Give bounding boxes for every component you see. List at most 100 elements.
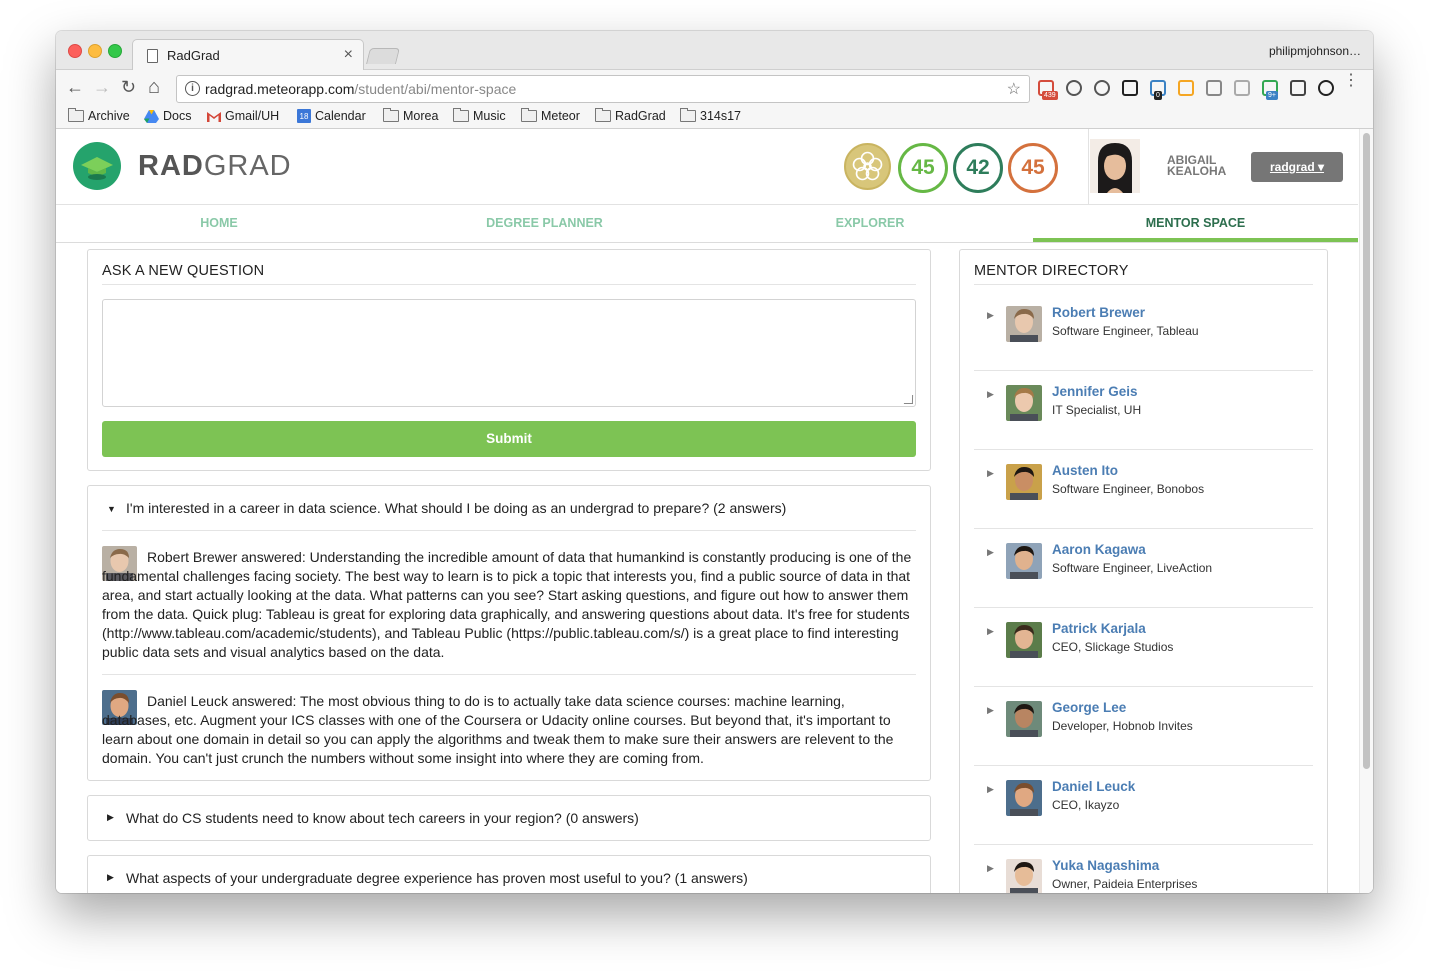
- caret-right-icon[interactable]: ▶: [987, 784, 994, 795]
- camera-extension-icon[interactable]: [1206, 80, 1222, 96]
- mentor-name[interactable]: Daniel Leuck: [1052, 779, 1135, 794]
- bookmark-gmail[interactable]: Gmail/UH: [207, 109, 279, 123]
- close-tab-icon[interactable]: ×: [344, 46, 353, 64]
- info-icon[interactable]: i: [185, 81, 200, 96]
- color-wheel-extension-icon[interactable]: [1318, 80, 1334, 96]
- bookmark-label: Gmail/UH: [225, 109, 280, 123]
- question-textarea[interactable]: [102, 299, 916, 407]
- mentor-photo: [1006, 859, 1042, 893]
- radgrad-logo-icon[interactable]: [73, 142, 121, 190]
- bookmark-archive[interactable]: Archive: [68, 108, 130, 123]
- scrollbar-thumb[interactable]: [1363, 133, 1370, 769]
- reload-icon[interactable]: ↻: [121, 78, 136, 96]
- caret-right-icon[interactable]: ▶: [987, 626, 994, 637]
- mentor-item[interactable]: ▶ Jennifer Geis IT Specialist, UH: [974, 371, 1313, 450]
- mentor-item[interactable]: ▶ Patrick Karjala CEO, Slickage Studios: [974, 608, 1313, 687]
- innovation-score-badge[interactable]: 45: [898, 143, 948, 193]
- caret-right-icon[interactable]: ▶: [987, 547, 994, 558]
- question-title[interactable]: What aspects of your undergraduate degre…: [126, 870, 748, 886]
- user-extension-icon[interactable]: 9+: [1262, 80, 1278, 100]
- browser-tab[interactable]: RadGrad ×: [132, 39, 364, 71]
- mentor-name[interactable]: Yuka Nagashima: [1052, 858, 1159, 873]
- main-menu: HOME DEGREE PLANNER EXPLORER MENTOR SPAC…: [56, 205, 1358, 243]
- address-bar[interactable]: i radgrad.meteorapp.com/student/abi/ment…: [176, 75, 1030, 103]
- bookmark-label: 314s17: [700, 109, 742, 123]
- rocket-extension-icon[interactable]: 0: [1150, 80, 1166, 100]
- competency-score-badge[interactable]: 42: [953, 143, 1003, 193]
- caret-right-icon[interactable]: ▶: [107, 812, 114, 823]
- mentor-name[interactable]: Austen Ito: [1052, 463, 1118, 478]
- chart-extension-icon[interactable]: [1178, 80, 1194, 96]
- calendar-icon: 18: [297, 109, 311, 123]
- caret-right-icon[interactable]: ▶: [987, 705, 994, 716]
- browser-window: RadGrad × philipmjohnson… ← → ↻ ⌂ i radg…: [56, 31, 1373, 893]
- jb-extension-icon[interactable]: [1122, 80, 1138, 96]
- drive-icon: [144, 109, 159, 123]
- bookmark-calendar[interactable]: 18 Calendar: [297, 109, 366, 123]
- bookmark-morea[interactable]: Morea: [383, 108, 438, 123]
- bookmark-star-icon[interactable]: ☆: [1007, 79, 1021, 99]
- mentor-item[interactable]: ▶ Robert Brewer Software Engineer, Tableau: [974, 292, 1313, 371]
- submit-button[interactable]: Submit: [102, 421, 916, 457]
- caret-right-icon[interactable]: ▶: [987, 863, 994, 874]
- extension-badge: 0: [1154, 91, 1162, 100]
- back-icon[interactable]: ←: [66, 78, 84, 96]
- question-title[interactable]: What do CS students need to know about t…: [126, 810, 639, 826]
- menu-mentor-space[interactable]: MENTOR SPACE: [1033, 205, 1358, 242]
- forward-icon[interactable]: →: [93, 78, 111, 96]
- bookmark-meteor[interactable]: Meteor: [521, 108, 580, 123]
- mentor-role: Developer, Hobnob Invites: [1052, 719, 1193, 733]
- mentor-item[interactable]: ▶ Austen Ito Software Engineer, Bonobos: [974, 450, 1313, 529]
- question-panel[interactable]: ▶ What aspects of your undergraduate deg…: [87, 855, 931, 893]
- home-icon[interactable]: ⌂: [148, 77, 160, 97]
- question-title[interactable]: I'm interested in a career in data scien…: [126, 500, 786, 516]
- mentor-item[interactable]: ▶ Aaron Kagawa Software Engineer, LiveActi…: [974, 529, 1313, 608]
- eyedropper-extension-icon[interactable]: [1290, 80, 1306, 96]
- caret-down-icon[interactable]: ▼: [107, 504, 116, 514]
- menu-home[interactable]: HOME: [56, 205, 382, 242]
- zoom-window-button[interactable]: [108, 44, 122, 58]
- clock-extension-icon[interactable]: [1066, 80, 1082, 96]
- new-tab-button[interactable]: [366, 48, 400, 64]
- mentor-name[interactable]: Patrick Karjala: [1052, 621, 1146, 636]
- user-avatar[interactable]: [1090, 139, 1140, 193]
- resize-grip-icon[interactable]: [903, 395, 914, 404]
- caret-right-icon[interactable]: ▶: [987, 468, 994, 479]
- experience-score-badge[interactable]: 45: [1008, 143, 1058, 193]
- mentor-photo: [1006, 622, 1042, 658]
- radgrad-logo-text[interactable]: RADGRAD: [138, 150, 292, 183]
- mentor-item[interactable]: ▶ George Lee Developer, Hobnob Invites: [974, 687, 1313, 766]
- user-menu-button[interactable]: radgrad ▾: [1251, 152, 1343, 182]
- mentor-name[interactable]: Robert Brewer: [1052, 305, 1145, 320]
- bookmark-radgrad[interactable]: RadGrad: [595, 108, 666, 123]
- bookmark-docs[interactable]: Docs: [144, 109, 191, 123]
- mentor-item[interactable]: ▶ Yuka Nagashima Owner, Paideia Enterprise…: [974, 845, 1313, 893]
- caret-right-icon[interactable]: ▶: [987, 389, 994, 400]
- mentor-name[interactable]: Jennifer Geis: [1052, 384, 1138, 399]
- page-scrollbar[interactable]: [1359, 129, 1373, 893]
- folder-icon: [68, 108, 84, 122]
- browser-menu-icon[interactable]: ⋮: [1343, 73, 1359, 89]
- question-panel[interactable]: ▶ What do CS students need to know about…: [87, 795, 931, 841]
- menu-explorer[interactable]: EXPLORER: [707, 205, 1033, 242]
- cloud-extension-icon[interactable]: [1234, 80, 1250, 96]
- url-path: /student/abi/mentor-space: [354, 81, 517, 97]
- bookmark-music[interactable]: Music: [453, 108, 506, 123]
- info-extension-icon[interactable]: [1094, 80, 1110, 96]
- answer-text: Robert Brewer answered: Understanding th…: [102, 548, 916, 662]
- mentor-name[interactable]: Aaron Kagawa: [1052, 542, 1146, 557]
- caret-right-icon[interactable]: ▶: [107, 872, 114, 883]
- mentor-name[interactable]: George Lee: [1052, 700, 1126, 715]
- mentor-item[interactable]: ▶ Daniel Leuck CEO, Ikayzo: [974, 766, 1313, 845]
- mentor-photo: [1006, 464, 1042, 500]
- minimize-window-button[interactable]: [88, 44, 102, 58]
- close-window-button[interactable]: [68, 44, 82, 58]
- tab-title: RadGrad: [167, 48, 220, 63]
- menu-degree-planner[interactable]: DEGREE PLANNER: [382, 205, 707, 242]
- caret-right-icon[interactable]: ▶: [987, 310, 994, 321]
- mail-extension-icon[interactable]: 439: [1038, 80, 1058, 100]
- profile-name[interactable]: philipmjohnson…: [1269, 44, 1361, 58]
- bookmark-314s17[interactable]: 314s17: [680, 108, 742, 123]
- ice-flower-icon[interactable]: [844, 143, 891, 190]
- answer-body: Robert Brewer answered: Understanding th…: [102, 549, 912, 660]
